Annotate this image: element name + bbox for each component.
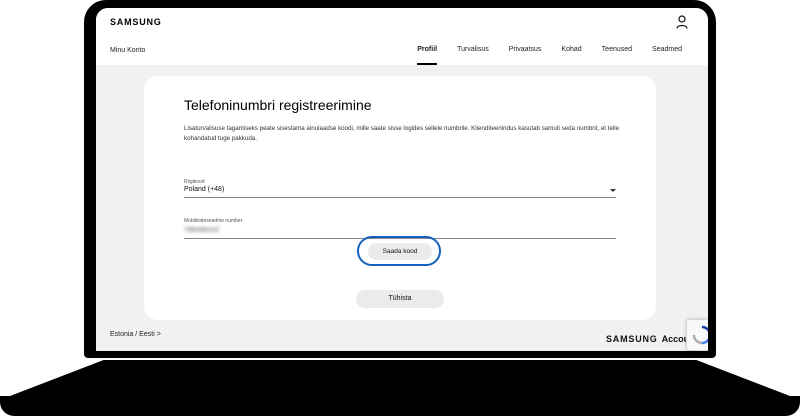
locale-text: Estonia / Eesti [110,331,155,338]
country-code-select[interactable]: Poland (+48) [184,186,616,198]
footer-brand: SAMSUNG Accoun [606,334,695,344]
locale-selector[interactable]: Estonia / Eesti > [110,331,161,338]
tab-devices[interactable]: Seadmed [642,46,692,65]
nav-tabs: Profiil Turvalisus Privaatsus Kohad Teen… [407,46,692,65]
laptop-base [0,358,800,420]
tab-services[interactable]: Teenused [592,46,642,65]
country-code-label: Riigikood [184,179,205,185]
chevron-right-icon: > [156,331,161,338]
tab-privacy[interactable]: Privaatsus [499,46,552,65]
description-text: Lisaturvalisuse tagamiseks peate sisesta… [184,125,620,142]
samsung-logo[interactable]: SAMSUNG [110,17,162,27]
phone-number-label: Mobiilsideseadme number [184,218,243,224]
footer-samsung-logo: SAMSUNG [606,334,658,344]
tab-profile[interactable]: Profiil [407,46,447,65]
phone-number-value: 796499102 [184,227,220,234]
account-title[interactable]: Minu Konto [110,47,145,54]
tab-security[interactable]: Turvalisus [447,46,499,65]
page-title: Telefoninumbri registreerimine [184,97,372,113]
browser-screen: SAMSUNG Minu Konto Profiil Turvalisus Pr… [96,8,708,351]
user-icon[interactable] [676,15,688,29]
recaptcha-icon[interactable] [686,319,708,351]
tab-places[interactable]: Kohad [551,46,591,65]
send-code-button[interactable]: Saada kood [368,243,432,260]
country-code-value: Poland (+48) [184,186,225,193]
cancel-button[interactable]: Tühista [356,290,444,308]
chevron-down-icon [610,189,616,192]
phone-registration-card: Telefoninumbri registreerimine Lisaturva… [144,76,656,320]
top-header: SAMSUNG Minu Konto Profiil Turvalisus Pr… [96,8,708,65]
